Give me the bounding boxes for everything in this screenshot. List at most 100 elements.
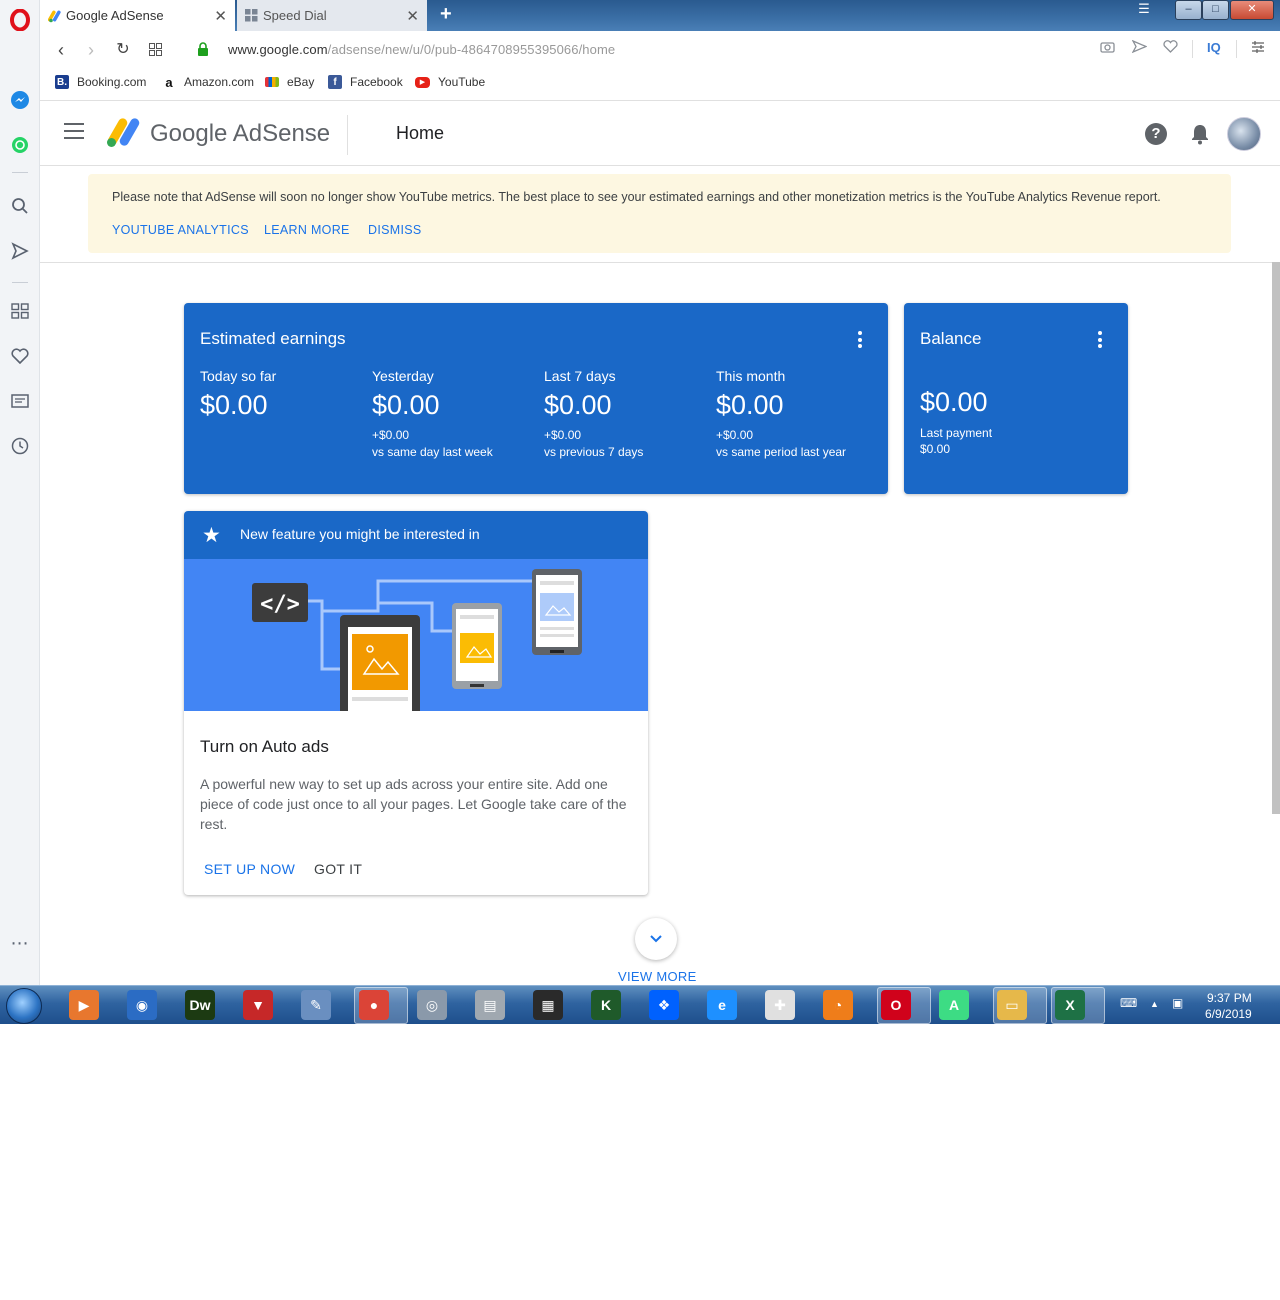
forward-icon[interactable]: › [80,39,102,61]
notice-text: Please note that AdSense will soon no lo… [112,190,1161,204]
iq-extension-icon[interactable]: IQ [1207,40,1221,55]
main-menu-icon[interactable] [64,123,84,143]
metric-delta: +$0.00 [544,428,582,442]
easy-setup-icon[interactable] [1251,40,1265,57]
opera-task-icon[interactable]: O [881,990,911,1020]
bookmark-amazon[interactable]: a Amazon.com [162,75,254,90]
start-button[interactable] [6,988,42,1024]
ebay-icon [265,77,279,87]
got-it-button[interactable]: GOT IT [314,861,362,877]
bookmark-label: Facebook [350,75,403,89]
bookmark-label: Booking.com [77,75,147,89]
feature-description: A powerful new way to set up ads across … [200,776,627,832]
close-tab-icon[interactable]: ✕ [214,7,227,25]
keyboard-icon[interactable]: ⌨ [1120,996,1137,1010]
view-more-button[interactable] [635,918,677,960]
chrome-icon[interactable]: ● [359,990,389,1020]
media-player-icon[interactable]: ▶ [69,990,99,1020]
app-grid-icon[interactable]: ▦ [533,990,563,1020]
maxthon-icon[interactable]: ◉ [127,990,157,1020]
clock-date[interactable]: 6/9/2019 [1205,1007,1252,1021]
new-tab-button[interactable]: + [440,3,452,26]
back-icon[interactable]: ‹ [50,39,72,61]
address-bar: ‹ › ↻ www.google.com/adsense/new/u/0/pub… [40,31,1280,68]
page-scrollbar[interactable] [1272,262,1280,814]
view-more-label[interactable]: VIEW MORE [618,969,697,984]
bookmark-booking[interactable]: B. Booking.com [55,75,146,89]
chevron-down-icon [650,935,662,943]
metric-value: $0.00 [200,390,268,420]
excel-icon[interactable]: X [1055,990,1085,1020]
help-icon[interactable]: ? [1145,123,1167,145]
feature-card-header: ★ New feature you might be interested in [184,511,648,559]
k-app-icon[interactable]: K [591,990,621,1020]
minimize-button[interactable]: – [1175,0,1202,20]
explorer-icon[interactable]: ▭ [997,990,1027,1020]
flow-send-icon[interactable] [8,239,32,263]
heart-icon[interactable] [8,344,32,368]
tab-menu-icon[interactable]: ☰ [1133,0,1155,20]
screen: ⋯ Google AdSense ✕ Speed Dial ✕ + ☰ – □ … [0,0,1280,1024]
history-clock-icon[interactable] [8,434,32,458]
scanner-icon[interactable]: ◎ [417,990,447,1020]
bookmark-ebay[interactable]: eBay [265,75,314,89]
close-window-button[interactable]: ✕ [1230,0,1274,20]
search-icon[interactable] [8,194,32,218]
dreamweaver-icon[interactable]: Dw [185,990,215,1020]
auto-ads-illustration: </> [184,559,648,715]
tray-expand-icon[interactable]: ▲ [1150,999,1159,1009]
opera-menu-icon[interactable] [8,8,32,32]
toolbar-divider [1192,40,1193,58]
youtube-analytics-link[interactable]: YOUTUBE ANALYTICS [112,223,249,237]
reload-icon[interactable]: ↻ [112,39,134,61]
account-avatar[interactable] [1227,117,1261,151]
more-dots-icon[interactable]: ⋯ [8,931,32,955]
learn-more-link[interactable]: LEARN MORE [264,223,350,237]
more-options-icon[interactable] [1098,331,1102,351]
more-options-icon[interactable] [858,331,862,351]
speed-dial-icon[interactable] [8,299,32,323]
url-field[interactable]: www.google.com/adsense/new/u/0/pub-48647… [228,42,615,57]
tv-downloader-icon[interactable]: ▼ [243,990,273,1020]
tab-google-adsense[interactable]: Google AdSense ✕ [40,0,235,31]
messenger-icon[interactable] [8,88,32,112]
snapshot-camera-icon[interactable] [1100,40,1115,56]
toolbar-divider [1236,40,1237,58]
amazon-icon: a [162,75,176,90]
header-divider [347,115,348,155]
feature-title: Turn on Auto ads [200,737,329,756]
balance-card: Balance $0.00 Last payment $0.00 [904,303,1128,494]
notifications-bell-icon[interactable] [1190,123,1210,145]
server-icon[interactable]: ▤ [475,990,505,1020]
metric-value: $0.00 [372,390,440,420]
dismiss-link[interactable]: DISMISS [368,223,422,237]
whatsapp-icon[interactable] [8,133,32,157]
paint-icon[interactable]: ✎ [301,990,331,1020]
news-icon[interactable] [8,389,32,413]
adsense-logo-icon [107,118,140,147]
ie-icon[interactable]: e [707,990,737,1020]
opera-sidebar: ⋯ [0,0,40,985]
bookmark-facebook[interactable]: f Facebook [328,75,403,89]
tab-speed-dial[interactable]: Speed Dial ✕ [237,0,427,31]
tab-label: Speed Dial [263,8,327,23]
set-up-now-button[interactable]: SET UP NOW [204,861,295,877]
vpn-icon[interactable]: ◔ [823,990,853,1020]
gamepad-icon[interactable]: ✚ [765,990,795,1020]
metric-label: This month [716,368,786,384]
clock-time[interactable]: 9:37 PM [1207,991,1252,1005]
close-tab-icon[interactable]: ✕ [406,7,419,25]
bookmark-youtube[interactable]: ▶ YouTube [415,75,485,89]
tabs-grid-icon[interactable] [144,39,166,61]
dropbox-icon[interactable]: ❖ [649,990,679,1020]
send-to-flow-icon[interactable] [1131,39,1148,56]
metric-label: Today so far [200,368,277,384]
card-title: Estimated earnings [200,329,346,348]
secure-lock-icon[interactable] [192,39,214,61]
bookmark-heart-icon[interactable] [1163,40,1178,56]
metric-today: Today so far $0.00 [200,368,372,421]
network-icon[interactable]: ▣ [1172,996,1183,1010]
restore-button[interactable]: □ [1202,0,1229,20]
android-studio-icon[interactable]: A [939,990,969,1020]
auto-ads-feature-card: ★ New feature you might be interested in… [184,511,648,895]
